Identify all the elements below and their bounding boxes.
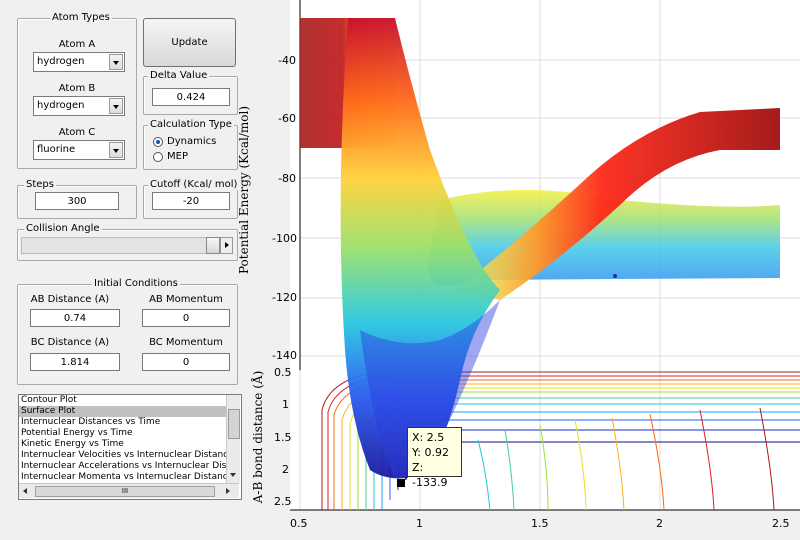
datatip-marker[interactable] — [397, 479, 405, 487]
z-tick-label: -60 — [278, 112, 296, 125]
datatip-z: Z: -133.9 — [412, 461, 448, 489]
z-tick-label: -80 — [278, 172, 296, 185]
z-tick-label: -120 — [272, 291, 297, 304]
y-tick-label: 2.5 — [274, 495, 292, 508]
datatip-y: Y: 0.92 — [412, 446, 449, 459]
y-axis-title: A-B bond distance (Å) — [251, 370, 265, 504]
x-tick-label: 0.5 — [290, 517, 308, 530]
z-axis-title: Potential Energy (Kcal/mol) — [237, 105, 251, 275]
y-tick-label: 2 — [282, 463, 289, 476]
x-tick-label: 1.5 — [531, 517, 549, 530]
x-tick-label: 2.5 — [772, 517, 790, 530]
z-tick-label: -140 — [272, 349, 297, 362]
datatip-x: X: 2.5 — [412, 431, 445, 444]
x-tick-label: 1 — [416, 517, 423, 530]
trajectory-point — [613, 274, 617, 278]
y-tick-label: 0.5 — [274, 366, 292, 379]
y-tick-label: 1 — [282, 398, 289, 411]
datatip[interactable]: X: 2.5 Y: 0.92 Z: -133.9 — [407, 427, 462, 489]
surface-plot[interactable] — [0, 0, 800, 540]
x-tick-label: 2 — [656, 517, 663, 530]
z-tick-label: -40 — [278, 54, 296, 67]
y-tick-label: 1.5 — [274, 431, 292, 444]
z-tick-label: -100 — [272, 232, 297, 245]
